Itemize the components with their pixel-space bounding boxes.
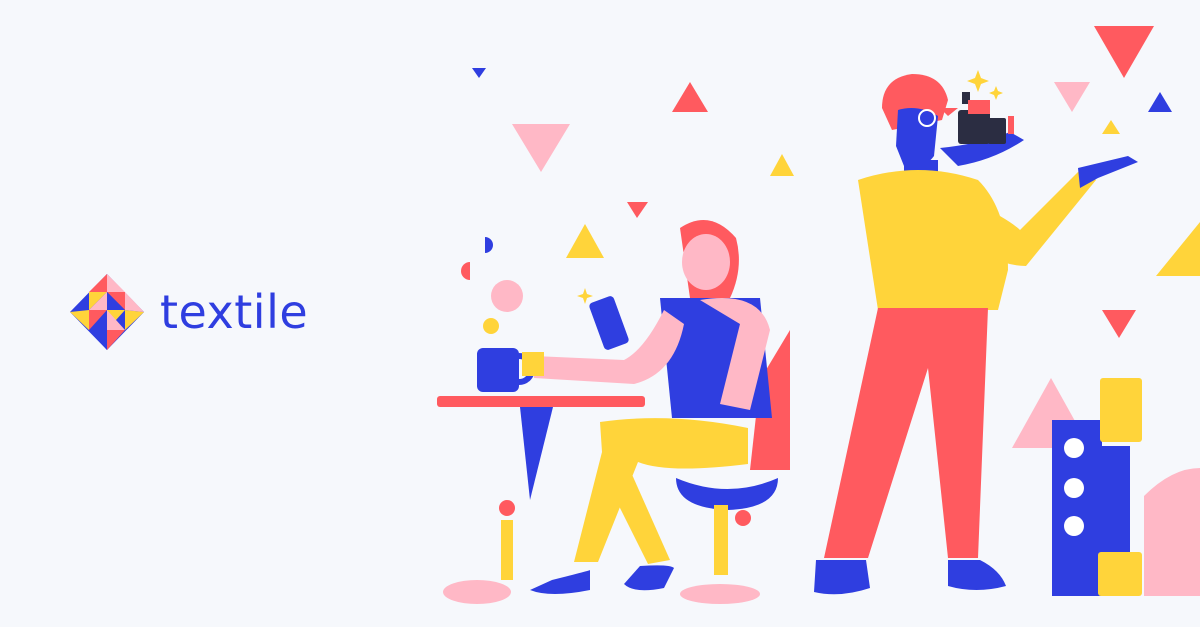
hero-illustration — [437, 26, 1200, 604]
floating-dots — [461, 237, 523, 334]
floating-triangles — [472, 26, 1200, 448]
geometric-tower — [1052, 378, 1200, 596]
